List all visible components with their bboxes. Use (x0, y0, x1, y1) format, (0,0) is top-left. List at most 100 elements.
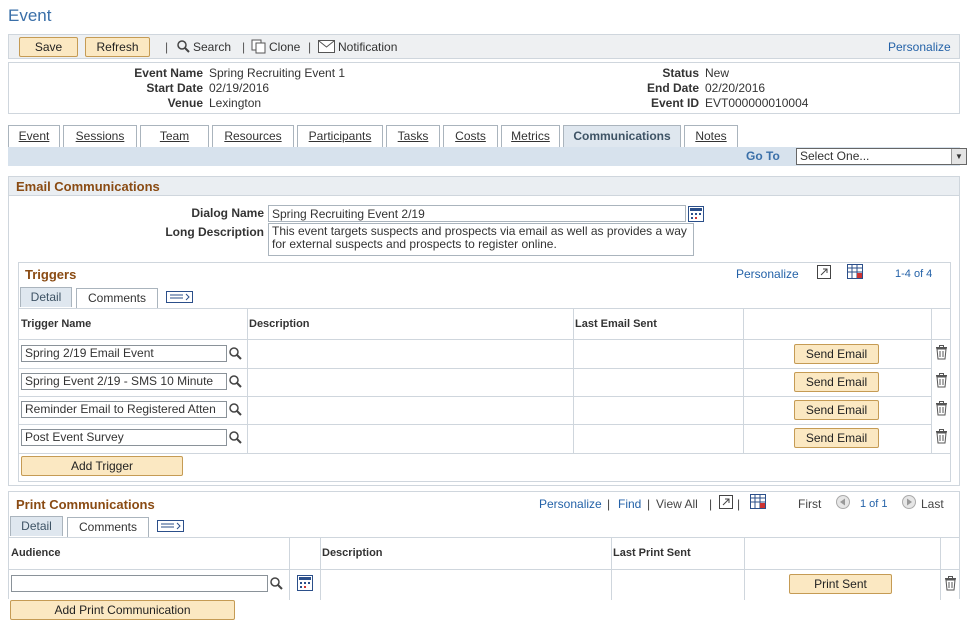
delete-row-icon[interactable] (935, 429, 948, 444)
dialog-name-label: Dialog Name (191, 206, 264, 220)
col-audience: Audience (11, 547, 61, 559)
zoom-grid-icon[interactable] (817, 265, 831, 282)
tab-communications[interactable]: Communications (563, 125, 681, 148)
grid-divider (247, 309, 248, 454)
previous-icon[interactable] (836, 495, 850, 512)
delete-row-icon[interactable] (944, 576, 957, 591)
send-email-button[interactable]: Send Email (794, 428, 879, 448)
tab-sessions[interactable]: Sessions (63, 125, 137, 147)
download-grid-icon[interactable] (750, 494, 766, 512)
long-description-field[interactable]: This event targets suspects and prospect… (268, 223, 694, 256)
trigger-name-input[interactable]: Spring 2/19 Email Event (21, 345, 227, 362)
print-sent-button[interactable]: Print Sent (789, 574, 892, 594)
show-all-columns-icon[interactable] (166, 291, 193, 306)
triggers-grid: Triggers Personalize 1-4 of 4 Detail Com… (18, 262, 951, 482)
triggers-personalize-link[interactable]: Personalize (736, 267, 799, 281)
next-icon[interactable] (902, 495, 916, 512)
grid-divider (320, 538, 321, 600)
dialog-name-field[interactable]: Spring Recruiting Event 2/19 (268, 205, 686, 222)
search-icon[interactable] (229, 375, 242, 391)
venue-label: Venue (167, 96, 203, 110)
separator: | (737, 497, 741, 511)
row-divider (19, 396, 931, 397)
save-button[interactable]: Save (19, 37, 78, 57)
clone-link[interactable]: Clone (269, 40, 300, 54)
trigger-name-input[interactable]: Spring Event 2/19 - SMS 10 Minute (21, 373, 227, 390)
toolbar-separator: | (308, 40, 312, 54)
goto-bar: Go To Select One... ▼ (8, 147, 967, 166)
end-date-label: End Date (646, 81, 699, 95)
tab-participants[interactable]: Participants (297, 125, 383, 147)
notification-link[interactable]: Notification (338, 40, 397, 54)
clone-icon[interactable] (251, 39, 267, 57)
row-divider (19, 453, 950, 454)
print-range: 1 of 1 (860, 498, 888, 510)
chevron-down-icon[interactable]: ▼ (951, 149, 966, 164)
print-tab-comments[interactable]: Comments (67, 517, 149, 537)
goto-select[interactable]: Select One... ▼ (796, 148, 967, 165)
print-find-link[interactable]: Find (618, 497, 641, 511)
search-link[interactable]: Search (193, 40, 231, 54)
print-view-all-link[interactable]: View All (656, 497, 698, 511)
search-icon[interactable] (177, 40, 190, 56)
trigger-name-input[interactable]: Post Event Survey (21, 429, 227, 446)
print-communications-section: Print Communications Personalize | Find … (8, 491, 960, 600)
start-date-value: 02/19/2016 (209, 81, 270, 95)
tab-notes[interactable]: Notes (684, 125, 738, 147)
search-icon[interactable] (229, 403, 242, 419)
col-trigger-name: Trigger Name (21, 318, 92, 330)
zoom-grid-icon[interactable] (719, 495, 733, 512)
print-tab-detail[interactable]: Detail (10, 516, 63, 536)
page-title: Event (8, 6, 52, 25)
download-grid-icon[interactable] (847, 264, 863, 282)
goto-select-value: Select One... (800, 149, 870, 163)
send-email-button[interactable]: Send Email (794, 372, 879, 392)
tab-team[interactable]: Team (140, 125, 209, 147)
calendar-edit-icon[interactable] (297, 575, 313, 594)
delete-row-icon[interactable] (935, 345, 948, 360)
add-trigger-button[interactable]: Add Trigger (21, 456, 183, 476)
envelope-icon[interactable] (318, 40, 335, 56)
tab-tasks[interactable]: Tasks (386, 125, 440, 147)
separator: | (607, 497, 611, 511)
tab-event[interactable]: Event (8, 125, 60, 147)
search-icon[interactable] (270, 577, 283, 593)
email-section-header: Email Communications (9, 177, 959, 196)
audience-input[interactable] (11, 575, 268, 592)
col-last-email-sent: Last Email Sent (575, 318, 657, 330)
print-section-title: Print Communications (16, 497, 155, 512)
goto-label: Go To (746, 149, 780, 163)
tab-costs[interactable]: Costs (443, 125, 498, 147)
tab-resources[interactable]: Resources (212, 125, 294, 147)
print-top-border (9, 537, 960, 538)
delete-row-icon[interactable] (935, 401, 948, 416)
email-communications-section: Email Communications Dialog Name Spring … (8, 176, 960, 486)
refresh-button[interactable]: Refresh (85, 37, 150, 57)
row-divider (19, 424, 931, 425)
triggers-title: Triggers (25, 267, 77, 282)
search-icon[interactable] (229, 431, 242, 447)
tab-metrics[interactable]: Metrics (501, 125, 560, 147)
toolbar-separator: | (165, 40, 169, 54)
add-print-communication-button[interactable]: Add Print Communication (10, 600, 235, 620)
grid-divider (289, 538, 290, 600)
event-id-label: Event ID (650, 96, 699, 110)
print-personalize-link[interactable]: Personalize (539, 497, 602, 511)
grid-divider (931, 309, 932, 454)
toolbar-separator: | (242, 40, 246, 54)
show-all-columns-icon[interactable] (157, 520, 184, 535)
triggers-tab-comments[interactable]: Comments (76, 288, 158, 308)
toolbar: Save Refresh | Search | Clone | Notifica… (8, 34, 960, 59)
event-header: Event Name Spring Recruiting Event 1 Sta… (8, 62, 960, 114)
search-icon[interactable] (229, 347, 242, 363)
delete-row-icon[interactable] (935, 373, 948, 388)
send-email-button[interactable]: Send Email (794, 400, 879, 420)
grid-divider (940, 538, 941, 600)
send-email-button[interactable]: Send Email (794, 344, 879, 364)
personalize-link[interactable]: Personalize (888, 40, 951, 54)
print-header-border (9, 569, 960, 570)
trigger-name-input[interactable]: Reminder Email to Registered Atten (21, 401, 227, 418)
triggers-tab-detail[interactable]: Detail (20, 287, 72, 307)
grid-divider (744, 538, 745, 600)
start-date-label: Start Date (146, 81, 203, 95)
